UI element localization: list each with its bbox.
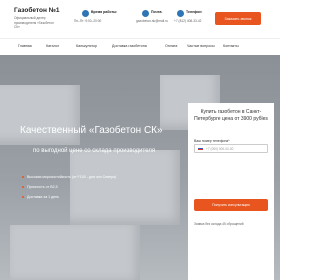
callback-button[interactable]: Заказать звонок <box>215 12 261 25</box>
email-title: Почта: <box>151 10 163 14</box>
top-header: Газобетон №1 Официальный дилер производи… <box>0 0 280 38</box>
phone-icon <box>177 10 184 17</box>
block-image <box>0 85 80 145</box>
order-form: Купить газобетон в Санкт-Петербурге цена… <box>188 103 274 280</box>
feature-item: Прочность от В2,5 <box>22 185 116 189</box>
nav-item-calculator[interactable]: Калькулятор <box>76 44 97 48</box>
hero-title: Качественный «Газобетон СК» <box>20 125 163 136</box>
feature-item: Высокая морозостойкость (от F100 - для з… <box>22 175 116 179</box>
phone-link[interactable]: +7 (812) 408-33-42 <box>174 19 201 23</box>
nav-item-payment[interactable]: Оплата <box>165 44 177 48</box>
clock-icon <box>82 10 89 17</box>
feature-list: Высокая морозостойкость (от F100 - для з… <box>22 175 116 205</box>
logo-title[interactable]: Газобетон №1 <box>14 7 60 14</box>
nav-item-delivery[interactable]: Доставка газобетона <box>112 44 147 48</box>
form-note: Заявка без склада 45 обращений <box>194 222 244 226</box>
phone-label: Ваш номер телефона* <box>194 139 230 143</box>
phone-input[interactable]: +7 (000) 000-00-00 <box>194 144 268 153</box>
form-title: Купить газобетон в Санкт-Петербурге цена… <box>194 109 268 122</box>
hero-subtitle: по выгодной цене со склада производителя <box>33 148 156 154</box>
feature-item: Доставка за 1 день <box>22 195 116 199</box>
schedule-title: Время работы: <box>91 10 118 14</box>
mail-icon <box>142 10 149 17</box>
phone-placeholder: +7 (000) 000-00-00 <box>206 146 234 151</box>
phone-title: Телефон: <box>186 10 203 14</box>
logo-subtitle: Официальный дилер производителя «Газобет… <box>14 16 54 30</box>
email-link[interactable]: gazobeton-sk@mail.ru <box>136 19 168 23</box>
nav-item-contacts[interactable]: Контакты <box>223 44 239 48</box>
nav-item-faq[interactable]: Частые вопросы <box>187 44 215 48</box>
schedule-text: Пн–Пт: 9:00–20:00 <box>74 19 102 23</box>
russia-flag-icon[interactable] <box>198 147 203 150</box>
nav-item-home[interactable]: Главная <box>18 44 32 48</box>
block-image <box>10 225 140 280</box>
nav-item-catalog[interactable]: Каталог <box>46 44 59 48</box>
consultation-button[interactable]: Получить консультацию <box>194 199 268 211</box>
main-nav: Главная Каталог Калькулятор Доставка газ… <box>0 38 280 56</box>
